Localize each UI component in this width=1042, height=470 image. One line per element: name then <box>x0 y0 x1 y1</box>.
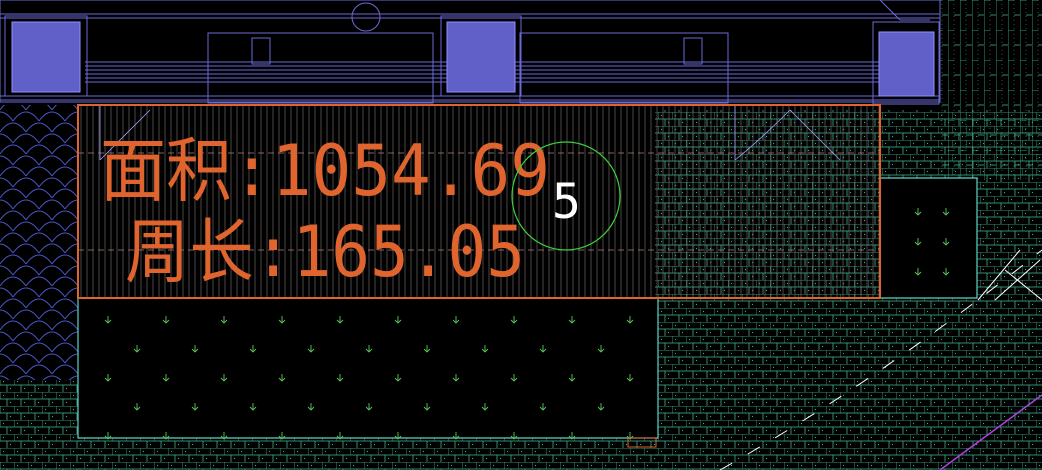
marker-label: 5 <box>552 174 581 230</box>
lawn-area-bottom <box>77 297 659 439</box>
perimeter-label: 周长:165.05 <box>125 211 525 293</box>
cad-drawing-canvas[interactable]: 面积:1054.69 周长:165.05 5 <box>0 0 1042 470</box>
area-label: 面积:1054.69 <box>100 130 550 212</box>
lawn-area-right <box>879 177 978 299</box>
